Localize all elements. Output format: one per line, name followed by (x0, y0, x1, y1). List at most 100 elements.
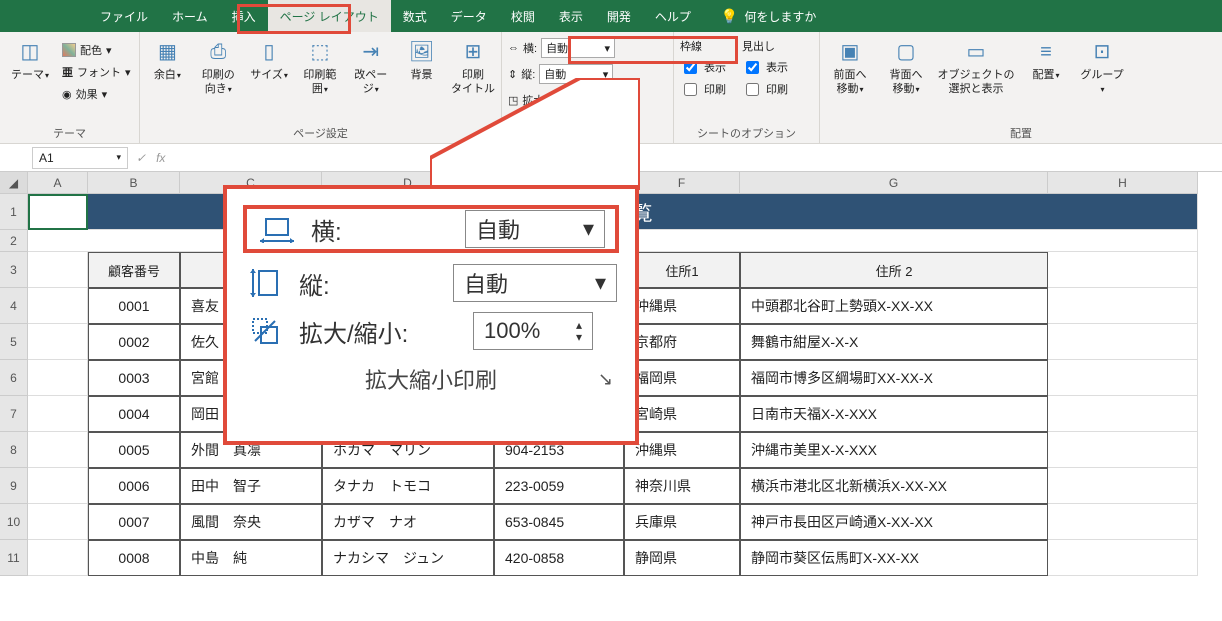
print-titles-icon: ⊞ (457, 36, 489, 68)
zoom-launcher[interactable]: ↘ (598, 369, 613, 390)
row-header[interactable]: 8 (0, 432, 28, 468)
cell: 0003 (88, 360, 180, 396)
cell: 神奈川県 (624, 468, 740, 504)
tab-view[interactable]: 表示 (547, 0, 595, 32)
breaks-icon: ⇥ (355, 36, 387, 68)
palette-icon (62, 43, 76, 57)
cell: 静岡県 (624, 540, 740, 576)
cell (28, 540, 88, 576)
row-header[interactable]: 2 (0, 230, 28, 252)
group-objects-button[interactable]: ⊡グループ (1078, 36, 1126, 97)
col-header[interactable]: B (88, 172, 180, 194)
row-header[interactable]: 5 (0, 324, 28, 360)
tab-insert[interactable]: 挿入 (220, 0, 268, 32)
effects-button[interactable]: ◉効果 ▾ (62, 84, 131, 104)
orientation-button[interactable]: ⎙印刷の 向き (197, 36, 240, 97)
width-icon (257, 215, 297, 243)
cell: 中頭郡北谷町上勢頭X-XX-XX (740, 288, 1048, 324)
gridlines-print[interactable]: 印刷 (680, 78, 726, 100)
table-header: 住所1 (624, 252, 740, 288)
col-header[interactable]: A (28, 172, 88, 194)
scale-width-select[interactable]: 自動▾ (541, 38, 615, 58)
headings-print[interactable]: 印刷 (742, 78, 788, 100)
cell: 0005 (88, 432, 180, 468)
cell (1048, 540, 1198, 576)
tab-data[interactable]: データ (439, 0, 499, 32)
row-header[interactable]: 11 (0, 540, 28, 576)
size-button[interactable]: ▯サイズ (248, 36, 291, 82)
row-header[interactable]: 6 (0, 360, 28, 396)
cell: 福岡市博多区綱場町XX-XX-X (740, 360, 1048, 396)
tab-formulas[interactable]: 数式 (391, 0, 439, 32)
name-box[interactable]: A1▾ (32, 147, 128, 169)
tab-page-layout[interactable]: ページ レイアウト (268, 0, 391, 32)
row-header[interactable]: 1 (0, 194, 28, 230)
fx-buttons[interactable]: ✓fx (136, 151, 165, 165)
row-header[interactable]: 7 (0, 396, 28, 432)
width-icon: ⇔ (508, 42, 519, 54)
chevron-down-icon: ▾ (595, 270, 606, 296)
cell: 京都府 (624, 324, 740, 360)
tab-help[interactable]: ヘルプ (643, 0, 703, 32)
align-icon: ≡ (1030, 36, 1062, 68)
send-backward-button[interactable]: ▢背面へ 移動 (882, 36, 930, 97)
cell: 223-0059 (494, 468, 624, 504)
cell: カザマ ナオ (322, 504, 494, 540)
zoom-width-select[interactable]: 自動▾ (465, 210, 605, 248)
zoom-scale-input[interactable]: 100%▴▾ (473, 312, 593, 350)
cell: 中島 純 (180, 540, 322, 576)
row-header[interactable]: 4 (0, 288, 28, 324)
colors-button[interactable]: 配色 ▾ (62, 40, 131, 60)
col-header[interactable]: G (740, 172, 1048, 194)
tab-developer[interactable]: 開発 (595, 0, 643, 32)
col-header[interactable]: F (624, 172, 740, 194)
print-titles-button[interactable]: ⊞印刷 タイトル (451, 36, 495, 97)
scale-height-label: 縦: (521, 66, 535, 82)
gridlines-header: 枠線 (680, 38, 726, 56)
breaks-button[interactable]: ⇥改ページ (349, 36, 392, 97)
cell: 兵庫県 (624, 504, 740, 540)
table-header: 住所 2 (740, 252, 1048, 288)
cell (28, 468, 88, 504)
zoom-height-select[interactable]: 自動▾ (453, 264, 617, 302)
table-header: 顧客番号 (88, 252, 180, 288)
cell: 0008 (88, 540, 180, 576)
active-cell[interactable] (28, 194, 88, 230)
scale-width-row: ⇔ 横: 自動▾ (508, 36, 615, 60)
zoom-scale-label: 拡大/縮小: (299, 314, 459, 349)
background-button[interactable]: 🖼背景 (400, 36, 443, 82)
margins-button[interactable]: ▦余白 (146, 36, 189, 82)
row-header[interactable]: 10 (0, 504, 28, 540)
cell (1048, 396, 1198, 432)
cell (28, 288, 88, 324)
selection-pane-button[interactable]: ▭オブジェクトの 選択と表示 (938, 36, 1014, 97)
cell: 沖縄県 (624, 288, 740, 324)
headings-show[interactable]: 表示 (742, 56, 788, 78)
col-header[interactable]: H (1048, 172, 1198, 194)
cell: 福岡県 (624, 360, 740, 396)
themes-icon: ◫ (14, 36, 46, 68)
tab-file[interactable]: ファイル (88, 0, 160, 32)
scale-height-select[interactable]: 自動▾ (539, 64, 613, 84)
cell (1048, 468, 1198, 504)
cell: 420-0858 (494, 540, 624, 576)
gridlines-show[interactable]: 表示 (680, 56, 726, 78)
cell (28, 360, 88, 396)
fonts-button[interactable]: 亜フォント ▾ (62, 62, 131, 82)
row-header[interactable]: 3 (0, 252, 28, 288)
cell: タナカ トモコ (322, 468, 494, 504)
tab-home[interactable]: ホーム (160, 0, 220, 32)
select-all-cell[interactable]: ◢ (0, 172, 28, 194)
scale-zoom-row: ◳ 拡大/縮小: 100%▴▾ (508, 88, 631, 112)
bulb-icon: 💡 (721, 8, 738, 25)
bring-forward-button[interactable]: ▣前面へ 移動 (826, 36, 874, 97)
align-button[interactable]: ≡配置 (1022, 36, 1070, 82)
scale-zoom-input[interactable]: 100%▴▾ (577, 90, 631, 110)
tab-review[interactable]: 校閲 (499, 0, 547, 32)
themes-button[interactable]: ◫ テーマ (6, 36, 54, 82)
tell-me-search[interactable]: 💡 何をしますか (721, 8, 816, 25)
row-header[interactable]: 9 (0, 468, 28, 504)
font-icon: 亜 (62, 64, 73, 80)
cell (1048, 432, 1198, 468)
print-area-button[interactable]: ⬚印刷範囲 (298, 36, 341, 97)
